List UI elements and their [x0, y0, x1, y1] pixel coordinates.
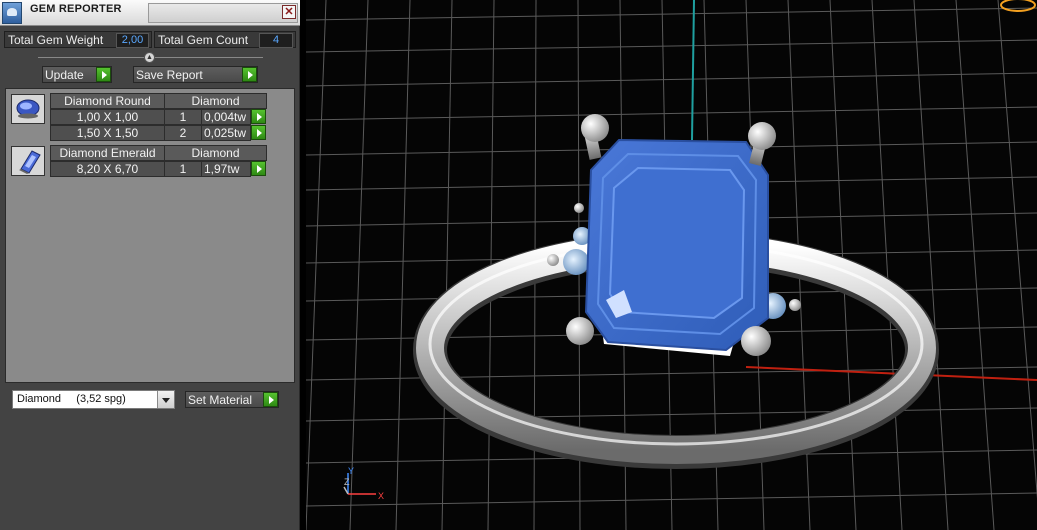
gem-weight-cell[interactable]: 0,025tw — [201, 125, 251, 141]
gem-size-cell[interactable]: 1,50 X 1,50 — [50, 125, 165, 141]
set-material-button-label: Set Material — [188, 393, 253, 407]
title-bar-strip — [148, 3, 298, 23]
gem-count-cell[interactable]: 1 — [164, 161, 202, 177]
side-stone — [563, 249, 589, 275]
total-gem-count-label: Total Gem Count — [158, 33, 249, 47]
title-bar[interactable]: GEM REPORTER ✕ — [0, 0, 300, 26]
round-diamond-icon — [11, 94, 45, 124]
side-stone-prong — [547, 254, 559, 266]
save-report-button[interactable]: Save Report — [133, 66, 258, 83]
total-gem-weight-label: Total Gem Weight — [8, 33, 104, 47]
collapse-chevron-icon[interactable]: ▲ — [144, 52, 155, 63]
material-dropdown-value: Diamond (3,52 spg) — [17, 393, 126, 405]
emerald-cut-gem — [584, 138, 769, 352]
total-gem-weight-value: 2,00 — [116, 33, 149, 48]
gem-count-cell[interactable]: 2 — [164, 125, 202, 141]
update-button[interactable]: Update — [42, 66, 112, 83]
gem-count-cell[interactable]: 1 — [164, 109, 202, 125]
axis-label-y: Y — [348, 466, 355, 476]
gem-weight-cell[interactable]: 1,97tw — [201, 161, 251, 177]
scene-render[interactable] — [306, 0, 1037, 530]
gem-reporter-panel: GEM REPORTER ✕ Total Gem Weight 2,00 Tot… — [0, 0, 300, 530]
axis-label-z: Z — [344, 477, 350, 487]
window-title: GEM REPORTER — [30, 3, 122, 15]
gem-size-cell[interactable]: 8,20 X 6,70 — [50, 161, 165, 177]
gem-material-cell[interactable]: Diamond — [164, 145, 267, 161]
play-arrow-icon[interactable] — [251, 109, 266, 124]
emerald-diamond-icon — [11, 146, 45, 176]
total-gem-count-box: Total Gem Count 4 — [154, 31, 296, 48]
gem-size-cell[interactable]: 1,00 X 1,00 — [50, 109, 165, 125]
play-arrow-icon[interactable] — [96, 67, 111, 82]
gem-weight-cell[interactable]: 0,004tw — [201, 109, 251, 125]
close-button[interactable]: ✕ — [282, 5, 296, 19]
3d-viewport[interactable]: Y Z X — [306, 0, 1037, 530]
gem-name-cell[interactable]: Diamond Emerald — [50, 145, 165, 161]
update-button-label: Update — [45, 68, 84, 82]
gem-name-cell[interactable]: Diamond Round — [50, 93, 165, 109]
set-material-button[interactable]: Set Material — [185, 391, 279, 408]
chevron-down-icon[interactable] — [157, 391, 174, 408]
save-report-button-label: Save Report — [136, 68, 203, 82]
material-dropdown[interactable]: Diamond (3,52 spg) — [12, 390, 175, 409]
side-stone-prong — [574, 203, 584, 213]
total-gem-count-value: 4 — [259, 33, 293, 48]
gem-material-cell[interactable]: Diamond — [164, 93, 267, 109]
play-arrow-icon[interactable] — [263, 392, 278, 407]
play-arrow-icon[interactable] — [251, 161, 266, 176]
view-gizmo-icon — [1000, 0, 1036, 12]
side-stone-prong — [789, 299, 801, 311]
total-gem-weight-box: Total Gem Weight 2,00 — [4, 31, 152, 48]
vertical-axis-line — [691, 0, 695, 141]
play-arrow-icon[interactable] — [242, 67, 257, 82]
play-arrow-icon[interactable] — [251, 125, 266, 140]
axis-label-x: X — [378, 491, 385, 501]
gem-list: Diamond Round Diamond 1,00 X 1,00 1 0,00… — [5, 88, 295, 383]
gem-reporter-app-icon — [2, 2, 22, 24]
